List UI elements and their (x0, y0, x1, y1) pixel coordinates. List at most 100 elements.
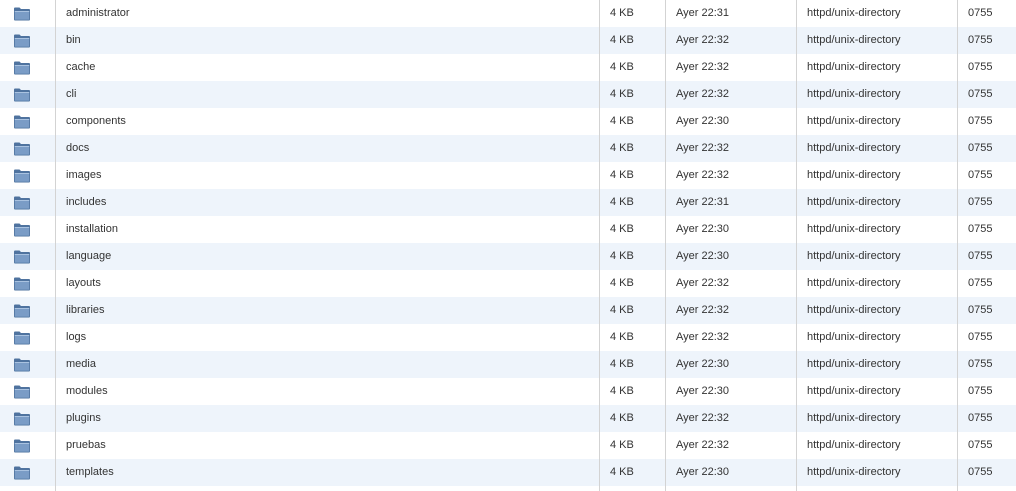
file-type: httpd/unix-directory (807, 412, 901, 424)
file-name[interactable]: images (66, 162, 596, 189)
file-permissions[interactable]: 0755 (968, 135, 1014, 162)
file-modified: Ayer 22:32 (676, 412, 730, 424)
folder-icon (14, 223, 30, 237)
file-type: httpd/unix-directory (807, 385, 901, 397)
file-permissions[interactable]: 0755 (968, 270, 1014, 297)
file-name[interactable]: media (66, 351, 596, 378)
file-modified: Ayer 22:32 (676, 88, 730, 100)
file-permissions[interactable]: 0755 (968, 459, 1014, 486)
file-type: httpd/unix-directory (807, 250, 901, 262)
file-size: 4 KB (610, 358, 634, 370)
folder-icon (14, 358, 30, 372)
icon-cell (0, 0, 55, 27)
file-permissions[interactable]: 0755 (968, 216, 1014, 243)
table-row[interactable]: installation 4 KB Ayer 22:30 httpd/unix-… (0, 216, 1016, 243)
table-row[interactable]: layouts 4 KB Ayer 22:32 httpd/unix-direc… (0, 270, 1016, 297)
icon-cell (0, 351, 55, 378)
file-size: 4 KB (610, 277, 634, 289)
file-name[interactable]: cache (66, 54, 596, 81)
table-row[interactable]: plugins 4 KB Ayer 22:32 httpd/unix-direc… (0, 405, 1016, 432)
file-permissions[interactable]: 0755 (968, 432, 1014, 459)
file-modified: Ayer 22:32 (676, 169, 730, 181)
file-size: 4 KB (610, 34, 634, 46)
file-permissions[interactable]: 0755 (968, 54, 1014, 81)
file-size: 4 KB (610, 331, 634, 343)
folder-icon (14, 250, 30, 264)
table-row[interactable]: docs 4 KB Ayer 22:32 httpd/unix-director… (0, 135, 1016, 162)
folder-icon (14, 115, 30, 129)
file-permissions[interactable]: 0755 (968, 297, 1014, 324)
table-row[interactable]: logs 4 KB Ayer 22:32 httpd/unix-director… (0, 324, 1016, 351)
file-modified: Ayer 22:30 (676, 358, 730, 370)
file-permissions[interactable]: 0755 (968, 27, 1014, 54)
folder-icon (14, 142, 30, 156)
file-type: httpd/unix-directory (807, 61, 901, 73)
file-name[interactable]: logs (66, 324, 596, 351)
folder-icon (14, 196, 30, 210)
file-permissions[interactable]: 0755 (968, 324, 1014, 351)
table-row[interactable]: media 4 KB Ayer 22:30 httpd/unix-directo… (0, 351, 1016, 378)
file-type: httpd/unix-directory (807, 196, 901, 208)
file-modified: Ayer 22:32 (676, 34, 730, 46)
file-permissions[interactable]: 0755 (968, 405, 1014, 432)
file-name[interactable]: bin (66, 27, 596, 54)
table-row[interactable]: libraries 4 KB Ayer 22:32 httpd/unix-dir… (0, 297, 1016, 324)
table-row[interactable]: templates 4 KB Ayer 22:30 httpd/unix-dir… (0, 459, 1016, 486)
file-type: httpd/unix-directory (807, 34, 901, 46)
file-permissions[interactable]: 0755 (968, 81, 1014, 108)
file-name[interactable]: cli (66, 81, 596, 108)
file-type: httpd/unix-directory (807, 169, 901, 181)
folder-icon (14, 88, 30, 102)
table-row[interactable]: components 4 KB Ayer 22:30 httpd/unix-di… (0, 108, 1016, 135)
file-modified: Ayer 22:30 (676, 250, 730, 262)
file-name[interactable]: pruebas (66, 432, 596, 459)
table-row[interactable]: language 4 KB Ayer 22:30 httpd/unix-dire… (0, 243, 1016, 270)
icon-cell (0, 459, 55, 486)
file-name[interactable]: modules (66, 378, 596, 405)
table-row[interactable]: includes 4 KB Ayer 22:31 httpd/unix-dire… (0, 189, 1016, 216)
file-permissions[interactable]: 0755 (968, 351, 1014, 378)
file-name[interactable]: installation (66, 216, 596, 243)
icon-cell (0, 297, 55, 324)
icon-cell (0, 189, 55, 216)
file-modified: Ayer 22:30 (676, 115, 730, 127)
file-name[interactable]: templates (66, 459, 596, 486)
file-permissions[interactable]: 0755 (968, 0, 1014, 27)
file-name[interactable]: includes (66, 189, 596, 216)
table-row[interactable]: pruebas 4 KB Ayer 22:32 httpd/unix-direc… (0, 432, 1016, 459)
file-name[interactable]: docs (66, 135, 596, 162)
file-list: administrator 4 KB Ayer 22:31 httpd/unix… (0, 0, 1016, 486)
table-row[interactable]: images 4 KB Ayer 22:32 httpd/unix-direct… (0, 162, 1016, 189)
file-modified: Ayer 22:32 (676, 277, 730, 289)
file-permissions[interactable]: 0755 (968, 378, 1014, 405)
icon-cell (0, 324, 55, 351)
file-name[interactable]: plugins (66, 405, 596, 432)
file-type: httpd/unix-directory (807, 466, 901, 478)
icon-cell (0, 432, 55, 459)
file-name[interactable]: libraries (66, 297, 596, 324)
file-name[interactable]: components (66, 108, 596, 135)
file-size: 4 KB (610, 385, 634, 397)
file-table: administrator 4 KB Ayer 22:31 httpd/unix… (0, 0, 1016, 491)
icon-cell (0, 243, 55, 270)
table-row[interactable]: cache 4 KB Ayer 22:32 httpd/unix-directo… (0, 54, 1016, 81)
file-type: httpd/unix-directory (807, 88, 901, 100)
file-modified: Ayer 22:32 (676, 439, 730, 451)
table-row[interactable]: cli 4 KB Ayer 22:32 httpd/unix-directory… (0, 81, 1016, 108)
file-size: 4 KB (610, 439, 634, 451)
table-row[interactable]: bin 4 KB Ayer 22:32 httpd/unix-directory… (0, 27, 1016, 54)
icon-cell (0, 216, 55, 243)
table-row[interactable]: administrator 4 KB Ayer 22:31 httpd/unix… (0, 0, 1016, 27)
file-permissions[interactable]: 0755 (968, 108, 1014, 135)
file-name[interactable]: layouts (66, 270, 596, 297)
icon-cell (0, 162, 55, 189)
folder-icon (14, 277, 30, 291)
file-permissions[interactable]: 0755 (968, 189, 1014, 216)
file-permissions[interactable]: 0755 (968, 243, 1014, 270)
file-name[interactable]: administrator (66, 0, 596, 27)
folder-icon (14, 412, 30, 426)
file-name[interactable]: language (66, 243, 596, 270)
folder-icon (14, 331, 30, 345)
table-row[interactable]: modules 4 KB Ayer 22:30 httpd/unix-direc… (0, 378, 1016, 405)
file-permissions[interactable]: 0755 (968, 162, 1014, 189)
